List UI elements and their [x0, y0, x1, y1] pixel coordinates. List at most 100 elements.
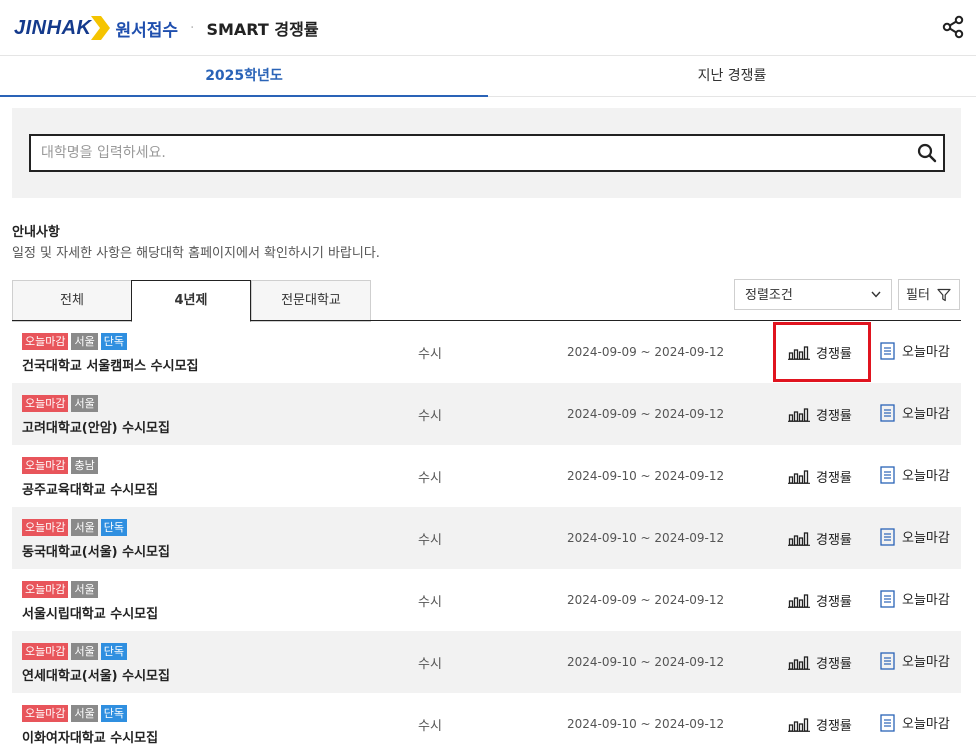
application-period: 2024-09-09 ~ 2024-09-12 [567, 345, 725, 359]
status-badge: 오늘마감 [22, 581, 69, 598]
competition-rate-button[interactable]: 경쟁률 [788, 343, 852, 362]
table-row[interactable]: 오늘마감 서울 단독 건국대학교 서울캠퍼스 수시모집 수시 2024-09-09 ~ 2… [12, 321, 961, 383]
deadline-button[interactable]: 오늘마감 [880, 651, 950, 670]
competition-rate-button[interactable]: 경쟁률 [788, 715, 852, 734]
status-badge: 서울 [71, 581, 98, 598]
status-badge: 오늘마감 [22, 333, 69, 350]
status-badge: 단독 [100, 333, 127, 350]
university-name[interactable]: 동국대학교(서울) 수시모집 [22, 541, 170, 560]
badge-group: 오늘마감 서울 단독 [22, 519, 127, 536]
table-row[interactable]: 오늘마감 충남 공주교육대학교 수시모집 수시 2024-09-10 ~ 2024-09… [12, 445, 961, 507]
deadline-label: 오늘마감 [902, 655, 950, 670]
bar-chart-icon [788, 345, 810, 360]
status-badge: 단독 [100, 705, 127, 722]
table-row[interactable]: 오늘마감 서울고려대학교(안암) 수시모집 수시 2024-09-09 ~ 2024-… [12, 383, 961, 445]
deadline-label: 오늘마감 [902, 531, 950, 546]
title-separator: · [190, 20, 195, 36]
bar-chart-icon [788, 717, 810, 732]
document-icon [880, 465, 895, 484]
application-period: 2024-09-10 ~ 2024-09-12 [567, 717, 725, 731]
deadline-button[interactable]: 오늘마감 [880, 403, 950, 422]
table-row[interactable]: 오늘마감 서울 단독 동국대학교(서울) 수시모집 수시 2024-09-10 ~ 202… [12, 507, 961, 569]
document-icon [880, 589, 895, 608]
search-icon[interactable] [917, 143, 937, 163]
application-period: 2024-09-10 ~ 2024-09-12 [567, 531, 725, 545]
tab-all[interactable]: 전체 [12, 280, 131, 322]
logo[interactable]: JINHAK 원서접수 · SMART 경쟁률 [14, 14, 319, 42]
status-badge: 서울 [71, 643, 98, 660]
admission-type: 수시 [418, 533, 442, 548]
status-badge: 서울 [71, 395, 98, 412]
university-name[interactable]: 서울시립대학교 수시모집 [22, 603, 158, 622]
competition-rate-label: 경쟁률 [816, 409, 852, 424]
deadline-label: 오늘마감 [902, 345, 950, 360]
logo-arrow-icon [91, 16, 111, 40]
deadline-label: 오늘마감 [902, 407, 950, 422]
university-name[interactable]: 고려대학교(안암) 수시모집 [22, 417, 170, 436]
university-name[interactable]: 연세대학교(서울) 수시모집 [22, 665, 170, 684]
university-name[interactable]: 공주교육대학교 수시모집 [22, 479, 158, 498]
page-title: SMART 경쟁률 [206, 20, 319, 39]
status-badge: 서울 [71, 333, 98, 350]
brand-subtitle: 원서접수 [115, 20, 179, 41]
deadline-button[interactable]: 오늘마감 [880, 527, 950, 546]
deadline-label: 오늘마감 [902, 717, 950, 732]
table-row[interactable]: 오늘마감 서울 단독 연세대학교(서울) 수시모집 수시 2024-09-10 ~ 202… [12, 631, 961, 693]
competition-rate-button[interactable]: 경쟁률 [788, 405, 852, 424]
deadline-button[interactable]: 오늘마감 [880, 465, 950, 484]
competition-rate-button[interactable]: 경쟁률 [788, 529, 852, 548]
badge-group: 오늘마감 서울 단독 [22, 705, 127, 722]
status-badge: 오늘마감 [22, 457, 69, 474]
status-badge: 서울 [71, 705, 98, 722]
deadline-button[interactable]: 오늘마감 [880, 341, 950, 360]
application-period: 2024-09-10 ~ 2024-09-12 [567, 655, 725, 669]
admission-type: 수시 [418, 719, 442, 734]
sort-select[interactable]: 정렬조건 [734, 279, 892, 310]
tab-past-rates[interactable]: 지난 경쟁률 [488, 56, 976, 96]
filter-button[interactable]: 필터 [898, 279, 960, 310]
application-period: 2024-09-09 ~ 2024-09-12 [567, 407, 725, 421]
document-icon [880, 651, 895, 670]
tab-2025[interactable]: 2025학년도 [0, 56, 488, 97]
university-name[interactable]: 건국대학교 서울캠퍼스 수시모집 [22, 355, 199, 374]
status-badge: 서울 [71, 519, 98, 536]
search-box [29, 134, 945, 172]
deadline-button[interactable]: 오늘마감 [880, 589, 950, 608]
logo-text: JINHAK [14, 16, 92, 39]
university-list: 오늘마감 서울 단독 건국대학교 서울캠퍼스 수시모집 수시 2024-09-09 ~ 2… [12, 321, 961, 755]
competition-rate-label: 경쟁률 [816, 657, 852, 672]
admission-type: 수시 [418, 409, 442, 424]
competition-rate-button[interactable]: 경쟁률 [788, 653, 852, 672]
document-icon [880, 341, 895, 360]
table-row[interactable]: 오늘마감 서울 서울시립대학교 수시모집 수시 2024-09-09 ~ 2024-09… [12, 569, 961, 631]
university-name[interactable]: 이화여자대학교 수시모집 [22, 727, 158, 746]
bar-chart-icon [788, 655, 810, 670]
tab-college[interactable]: 전문대학교 [251, 280, 371, 322]
badge-group: 오늘마감 서울 단독 [22, 643, 127, 660]
competition-rate-button[interactable]: 경쟁률 [788, 467, 852, 486]
status-badge: 단독 [100, 643, 127, 660]
admission-type: 수시 [418, 471, 442, 486]
notice-text: 일정 및 자세한 사항은 해당대학 홈페이지에서 확인하시기 바랍니다. [12, 246, 380, 261]
status-badge: 오늘마감 [22, 643, 69, 660]
search-input[interactable] [31, 136, 911, 170]
document-icon [880, 527, 895, 546]
bar-chart-icon [788, 407, 810, 422]
competition-rate-label: 경쟁률 [816, 347, 852, 362]
chevron-down-icon [871, 291, 881, 298]
admission-type: 수시 [418, 595, 442, 610]
competition-rate-label: 경쟁률 [816, 595, 852, 610]
notice-title: 안내사항 [12, 225, 60, 240]
filter-label: 필터 [906, 288, 930, 303]
badge-group: 오늘마감 서울 [22, 581, 98, 598]
tab-4year[interactable]: 4년제 [131, 280, 251, 322]
table-row[interactable]: 오늘마감 서울 단독 이화여자대학교 수시모집 수시 2024-09-10 ~ 2024-… [12, 693, 961, 755]
badge-group: 오늘마감 서울 단독 [22, 333, 127, 350]
bar-chart-icon [788, 469, 810, 484]
status-badge: 단독 [100, 519, 127, 536]
deadline-label: 오늘마감 [902, 469, 950, 484]
status-badge: 오늘마감 [22, 519, 69, 536]
share-icon[interactable] [942, 15, 964, 39]
competition-rate-button[interactable]: 경쟁률 [788, 591, 852, 610]
deadline-button[interactable]: 오늘마감 [880, 713, 950, 732]
